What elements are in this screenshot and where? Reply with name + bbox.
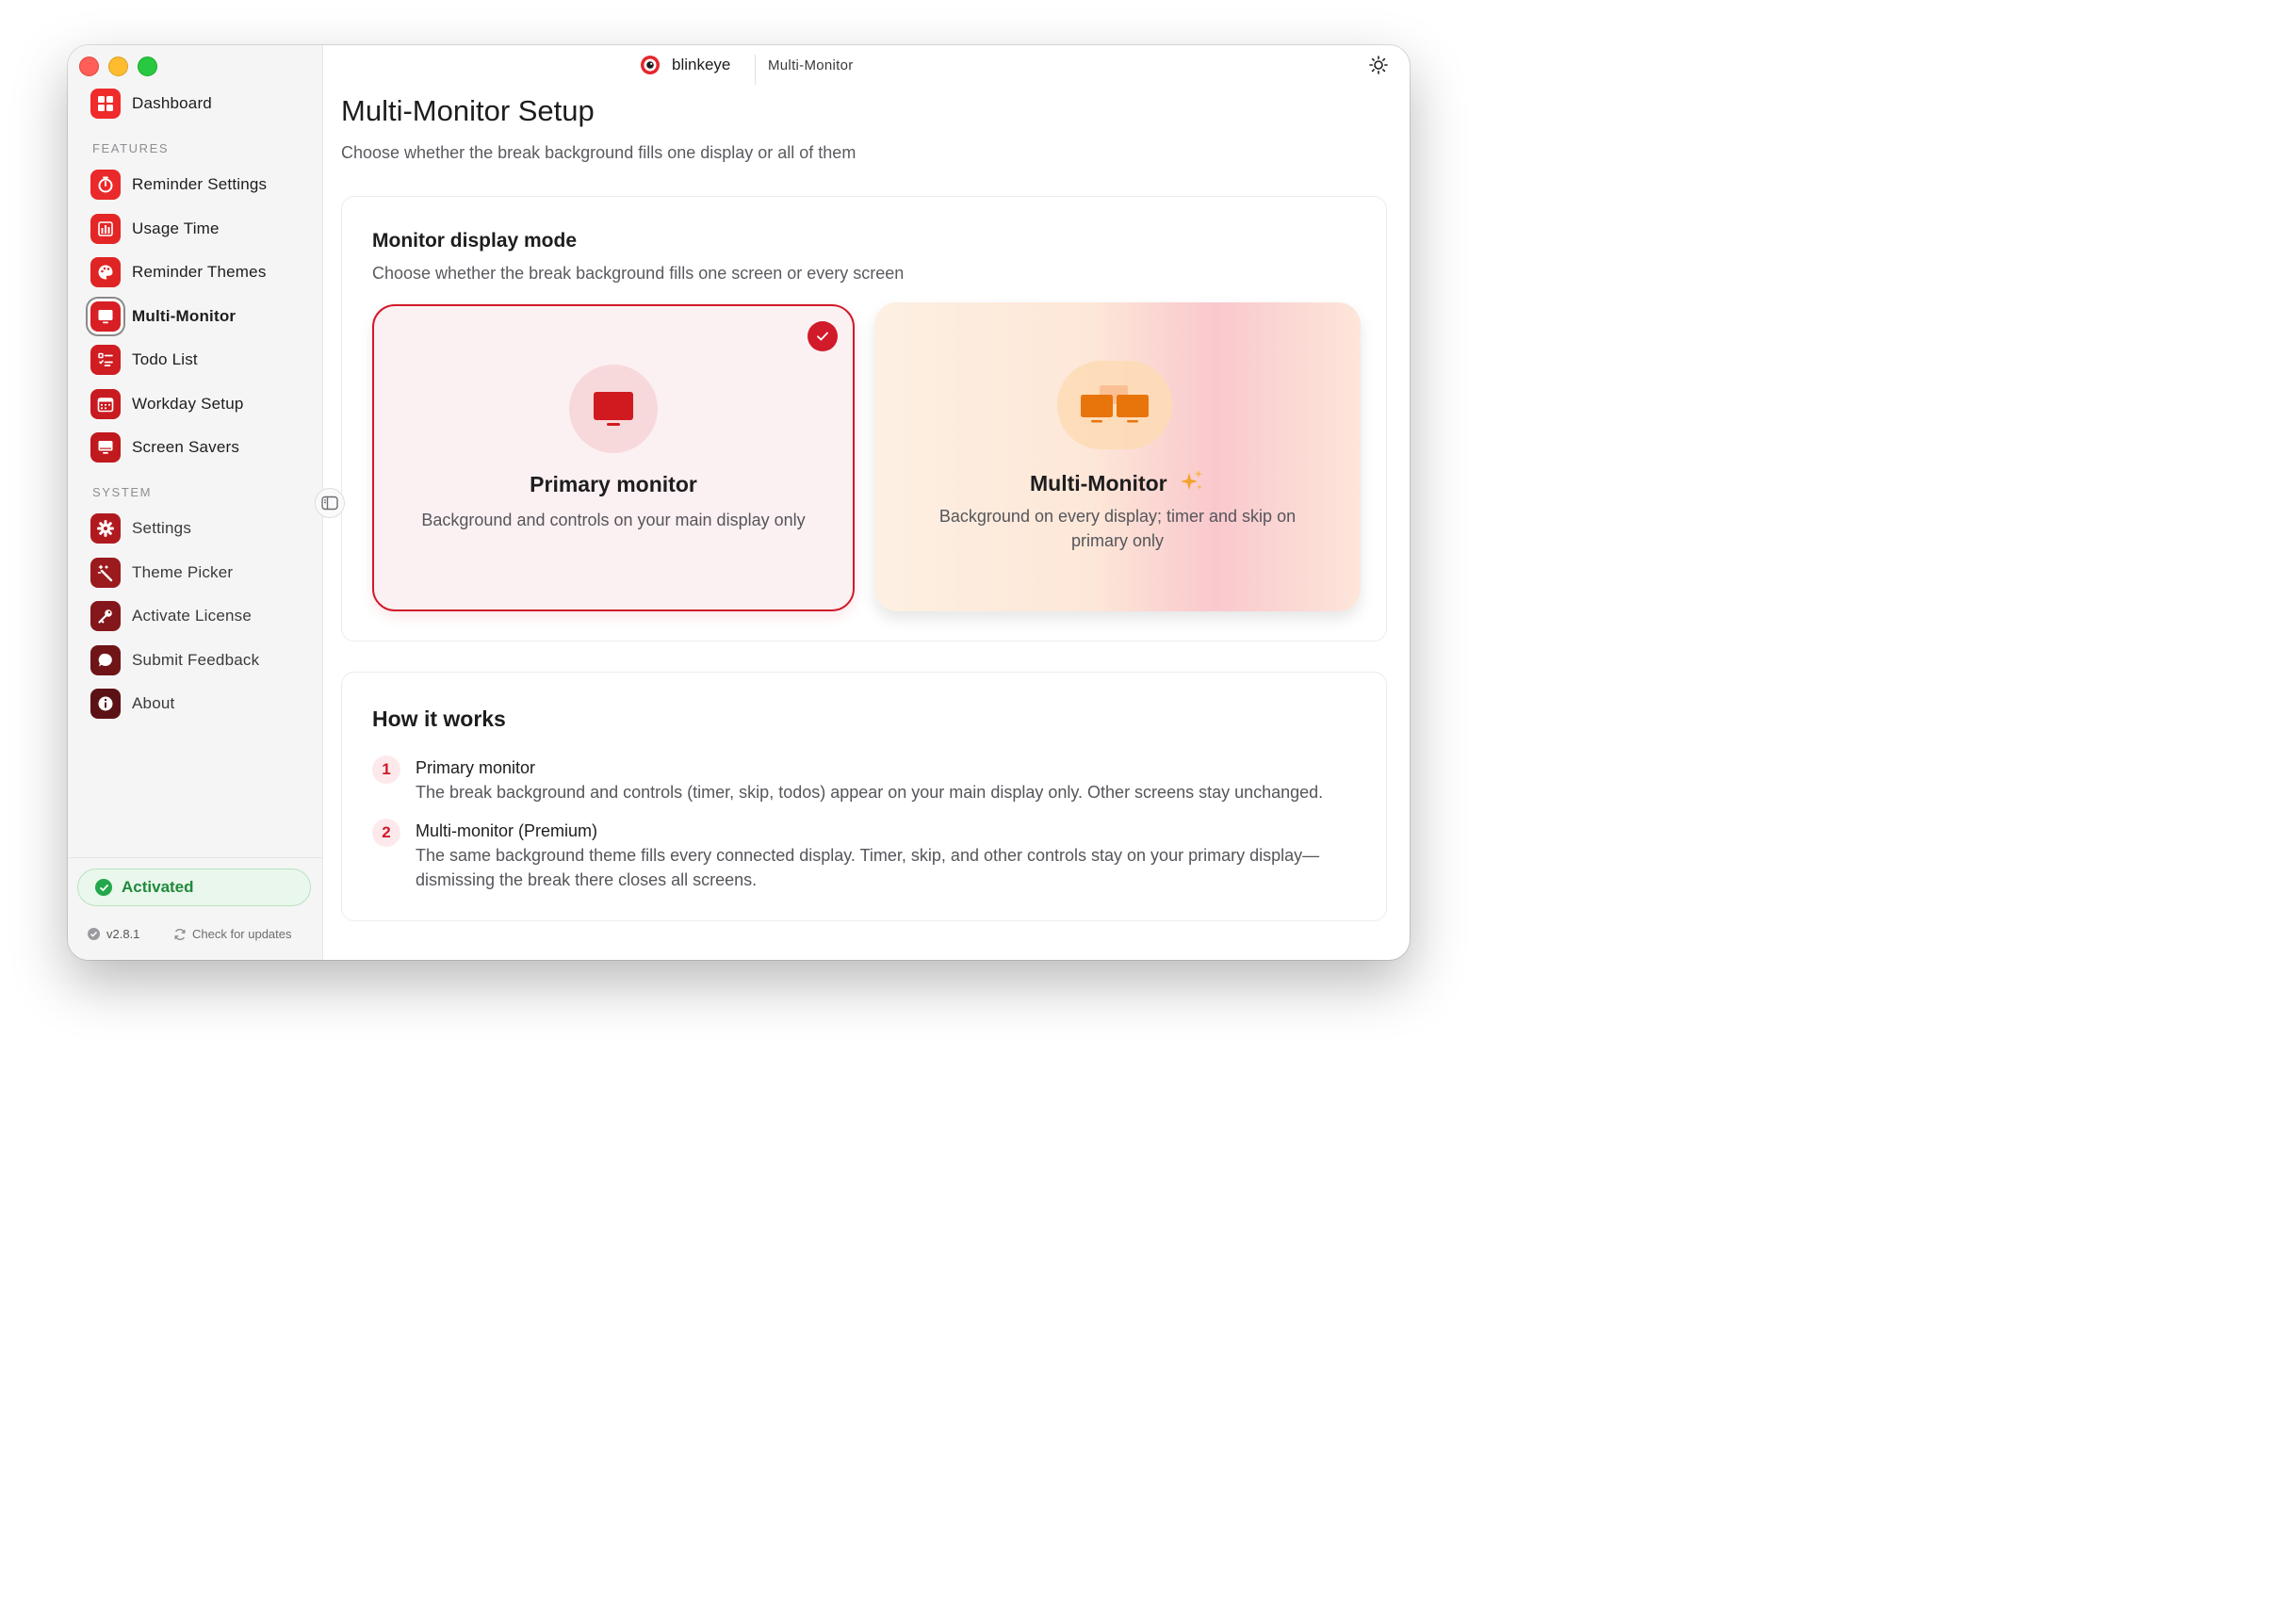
sidebar-item-settings[interactable]: Settings — [90, 512, 191, 545]
option-description: Background on every display; timer and s… — [938, 507, 1297, 550]
card-subtitle: Choose whether the break background fill… — [372, 264, 905, 283]
option-description: Background and controls on your main dis… — [421, 511, 806, 529]
sidebar-toggle-button[interactable] — [315, 488, 345, 518]
app-name: blinkeye — [672, 56, 731, 73]
checklist-icon — [90, 345, 121, 375]
sidebar-item-label: Multi-Monitor — [132, 307, 237, 325]
app-brand: blinkeye — [640, 55, 730, 75]
sidebar-item-label: Dashboard — [132, 94, 212, 112]
page-title: Multi-Monitor Setup — [341, 94, 595, 127]
option-title: Primary monitor — [530, 472, 697, 496]
palette-icon — [90, 257, 121, 287]
version-label: v2.8.1 — [106, 927, 140, 941]
step-title: Multi-monitor (Premium) — [416, 821, 598, 840]
stopwatch-icon — [90, 170, 121, 200]
primary-monitor-option[interactable]: Primary monitor Background and controls … — [372, 304, 855, 611]
screen-icon — [90, 432, 121, 463]
sidebar-divider — [68, 857, 322, 858]
multi-monitor-option[interactable]: Multi-Monitor Background on every displa… — [874, 302, 1361, 611]
sidebar-item-label: About — [132, 694, 175, 712]
card-title: Monitor display mode — [372, 230, 578, 252]
sidebar-item-label: Activate License — [132, 607, 252, 625]
chat-bubble-icon — [90, 645, 121, 675]
check-circle-icon — [95, 879, 112, 896]
info-icon — [90, 689, 121, 719]
sidebar-item-label: Usage Time — [132, 219, 220, 237]
activation-status-label: Activated — [122, 878, 194, 896]
option-title-row: Multi-Monitor — [874, 468, 1361, 496]
sidebar-item-todo-list[interactable]: Todo List — [90, 343, 198, 377]
activation-status-badge[interactable]: Activated — [77, 869, 311, 906]
dashboard-grid-icon — [90, 89, 121, 119]
sidebar-item-theme-picker[interactable]: Theme Picker — [90, 556, 233, 590]
sidebar: Dashboard FEATURES Reminder Settings Usa… — [68, 45, 323, 960]
zoom-window-button[interactable] — [138, 57, 157, 76]
app-window: Dashboard FEATURES Reminder Settings Usa… — [68, 45, 1410, 960]
option-title: Multi-Monitor — [1029, 471, 1167, 495]
step-number-badge: 2 — [372, 819, 400, 847]
step-description: The break background and controls (timer… — [416, 783, 1324, 802]
sidebar-item-label: Settings — [132, 519, 192, 537]
sidebar-item-label: Reminder Themes — [132, 263, 267, 281]
sidebar-item-usage-time[interactable]: Usage Time — [90, 212, 220, 246]
page-subtitle: Choose whether the break background fill… — [341, 143, 856, 162]
sidebar-toggle-icon — [321, 495, 338, 511]
minimize-window-button[interactable] — [108, 57, 128, 76]
system-section-label: SYSTEM — [92, 485, 153, 499]
sidebar-item-about[interactable]: About — [90, 687, 174, 721]
step-title: Primary monitor — [416, 758, 536, 777]
key-icon — [90, 601, 121, 631]
gear-icon — [90, 513, 121, 544]
step-description: The same background theme fills every co… — [416, 846, 1320, 889]
sidebar-item-reminder-settings[interactable]: Reminder Settings — [90, 168, 267, 202]
blinkeye-logo-icon — [641, 56, 660, 74]
verified-icon — [88, 928, 100, 940]
window-controls — [79, 57, 157, 76]
sidebar-item-label: Todo List — [132, 350, 198, 368]
sidebar-item-reminder-themes[interactable]: Reminder Themes — [90, 255, 267, 289]
sidebar-item-label: Submit Feedback — [132, 651, 260, 669]
step-number-badge: 1 — [372, 755, 400, 784]
features-section-label: FEATURES — [92, 141, 170, 155]
breadcrumb: Multi-Monitor — [768, 57, 854, 73]
title-bar: blinkeye Multi-Monitor — [323, 45, 1410, 87]
check-updates-button[interactable]: Check for updates — [173, 927, 292, 941]
display-mode-card: Monitor display mode Choose whether the … — [341, 196, 1387, 641]
sidebar-item-dashboard[interactable]: Dashboard — [90, 87, 212, 121]
monitor-icon — [569, 365, 658, 453]
card-title: How it works — [372, 706, 506, 731]
close-window-button[interactable] — [79, 57, 99, 76]
title-divider — [755, 55, 756, 85]
version-info: v2.8.1 — [87, 927, 139, 941]
theme-toggle-button[interactable] — [1368, 55, 1389, 80]
calendar-icon — [90, 389, 121, 419]
sidebar-item-label: Workday Setup — [132, 395, 244, 413]
sun-icon — [1369, 56, 1388, 74]
sidebar-item-workday-setup[interactable]: Workday Setup — [90, 387, 244, 421]
magic-wand-icon — [90, 558, 121, 588]
bar-chart-icon — [90, 214, 121, 244]
refresh-icon — [174, 928, 186, 940]
monitor-icon — [90, 301, 121, 332]
how-it-works-card: How it works 1 Primary monitor The break… — [341, 672, 1387, 921]
sidebar-item-screen-savers[interactable]: Screen Savers — [90, 430, 239, 464]
sidebar-item-activate-license[interactable]: Activate License — [90, 599, 252, 633]
sidebar-item-multi-monitor[interactable]: Multi-Monitor — [90, 300, 236, 333]
check-updates-label: Check for updates — [192, 927, 292, 941]
sparkles-icon — [1181, 470, 1202, 490]
sidebar-item-label: Screen Savers — [132, 438, 240, 456]
dual-monitor-icon — [1057, 361, 1172, 449]
sidebar-item-label: Reminder Settings — [132, 175, 268, 193]
sidebar-item-submit-feedback[interactable]: Submit Feedback — [90, 643, 259, 677]
selected-check-icon — [808, 321, 838, 351]
sidebar-item-label: Theme Picker — [132, 563, 234, 581]
